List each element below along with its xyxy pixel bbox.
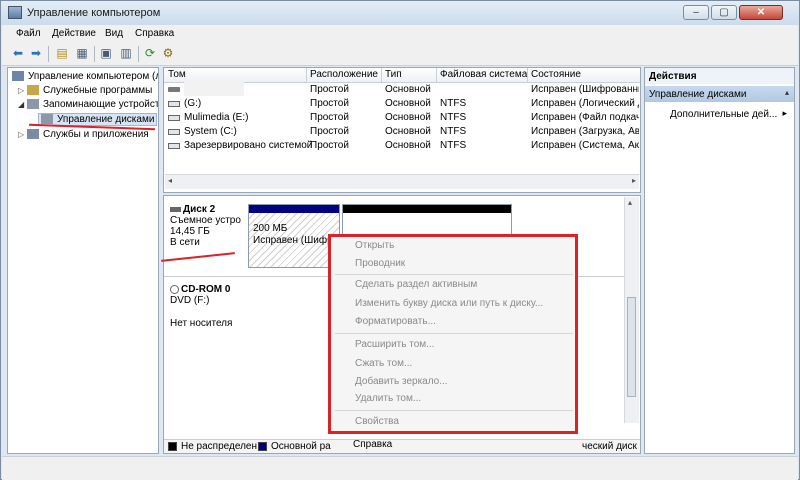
close-button[interactable]: ✕: [739, 5, 783, 20]
menu-item-explorer[interactable]: Проводник: [355, 258, 405, 269]
legend-primary: Основной ра: [271, 441, 331, 452]
table-row[interactable]: Зарезервировано системой Простой Основно…: [164, 140, 640, 153]
disk-icon: [170, 206, 181, 212]
menu-view[interactable]: Вид: [105, 28, 123, 39]
actions-panel: Действия Управление дисками ▴ Дополнител…: [644, 67, 795, 454]
partition-size: 200 МБ: [253, 223, 288, 234]
context-menu: Открыть Проводник Сделать раздел активны…: [328, 234, 578, 434]
column-type[interactable]: Тип: [385, 69, 402, 80]
forward-arrow-icon[interactable]: ➡: [28, 46, 44, 61]
storage-icon: [26, 99, 39, 110]
drive-icon: [168, 101, 180, 107]
menu-help[interactable]: Справка: [135, 28, 174, 39]
computer-management-icon: [8, 6, 22, 19]
menu-action[interactable]: Действие: [52, 28, 96, 39]
menu-item-properties[interactable]: Свойства: [355, 416, 399, 427]
column-status[interactable]: Состояние: [531, 69, 581, 80]
table-row[interactable]: System (C:) Простой Основной NTFS Исправ…: [164, 126, 640, 139]
disk-management-icon: [41, 114, 53, 125]
table-row[interactable]: (G:) Простой Основной NTFS Исправен (Лог…: [164, 98, 640, 111]
submenu-arrow-icon: ▸: [782, 108, 787, 118]
cdrom-0-info[interactable]: CD-ROM 0 DVD (F:) Нет носителя: [170, 284, 246, 329]
up-folder-icon[interactable]: ▤: [54, 46, 70, 61]
settings-icon[interactable]: ⚙: [160, 46, 176, 61]
disk-2-partition[interactable]: 200 МБ Исправен (Шифр: [248, 204, 340, 268]
menu-item-add-mirror[interactable]: Добавить зеркало...: [355, 376, 448, 387]
menu-item-help[interactable]: Справка: [353, 439, 392, 450]
refresh-icon[interactable]: ⟳: [142, 46, 158, 61]
menu-file[interactable]: Файл: [16, 28, 41, 39]
scroll-up-icon[interactable]: ▴: [628, 198, 632, 207]
minimize-button[interactable]: –: [683, 5, 709, 20]
drive-icon: [168, 87, 180, 92]
menu-item-change-letter[interactable]: Изменить букву диска или путь к диску...: [355, 298, 543, 309]
disk-map-vscroll[interactable]: ▴: [624, 197, 639, 423]
window-title: Управление компьютером: [27, 7, 161, 19]
menu-item-extend[interactable]: Расширить том...: [355, 339, 434, 350]
disk-2-state: В сети: [170, 237, 200, 248]
scroll-left-icon[interactable]: ◂: [168, 176, 172, 185]
volume-list: Том Расположение Тип Файловая система Со…: [163, 67, 641, 193]
scroll-right-icon[interactable]: ▸: [632, 176, 636, 185]
unallocated-bar: [343, 205, 511, 213]
computer-icon: [12, 71, 24, 82]
actions-section[interactable]: Управление дисками ▴: [645, 86, 794, 102]
back-arrow-icon[interactable]: ⬅: [10, 46, 26, 61]
menu-item-format[interactable]: Форматировать...: [355, 316, 436, 327]
disk-2-info[interactable]: Диск 2 Съемное устро 14,45 ГБ В сети: [170, 204, 246, 248]
table-row[interactable]: Простой Основной Исправен (Шифрованны: [164, 82, 640, 97]
disk-2-kind: Съемное устро: [170, 215, 241, 226]
legend-unallocated-swatch: [168, 442, 177, 451]
title-bar: Управление компьютером – ▢ ✕: [1, 1, 799, 25]
menu-item-open[interactable]: Открыть: [355, 240, 394, 251]
show-hide-tree-icon[interactable]: ▦: [74, 46, 90, 61]
scroll-thumb[interactable]: [627, 297, 636, 397]
properties-icon[interactable]: ▣: [98, 46, 114, 61]
actions-header: Действия: [645, 68, 794, 84]
legend-primary-swatch: [258, 442, 267, 451]
expand-icon: ▷: [18, 86, 25, 95]
status-bar: [2, 456, 798, 480]
tree-root[interactable]: Управление компьютером (л: [12, 71, 158, 82]
collapse-up-icon: ▴: [784, 88, 789, 97]
collapse-icon: ◢: [18, 100, 25, 109]
cdrom-0-name: CD-ROM 0: [181, 284, 231, 295]
legend-bar: Не распределен Основной ра ческий диск: [164, 439, 640, 453]
tools-icon: [26, 85, 39, 96]
legend-unallocated: Не распределен: [181, 441, 257, 452]
services-icon: [26, 129, 39, 140]
column-layout[interactable]: Расположение: [310, 69, 378, 80]
actions-more[interactable]: Дополнительные дей... ▸: [645, 108, 794, 122]
obscured-volume-name: [184, 82, 244, 96]
cdrom-icon: [170, 284, 179, 294]
expand-icon: ▷: [18, 130, 25, 139]
column-volume[interactable]: Том: [168, 69, 186, 80]
menu-bar: Файл Действие Вид Справка: [2, 25, 798, 43]
cdrom-0-kind: DVD (F:): [170, 295, 210, 306]
toolbar: ⬅ ➡ ▤ ▦ ▣ ▥ ⟳ ⚙: [2, 43, 798, 66]
tree-storage[interactable]: ◢ Запоминающие устройст: [18, 99, 158, 110]
volume-list-hscroll[interactable]: ◂ ▸: [165, 174, 639, 189]
drive-icon: [168, 115, 180, 121]
menu-item-mark-active[interactable]: Сделать раздел активным: [355, 279, 477, 290]
legend-logical: ческий диск: [582, 441, 637, 452]
partition-status: Исправен (Шифр: [253, 235, 333, 246]
table-row[interactable]: Mulimedia (E:) Простой Основной NTFS Исп…: [164, 112, 640, 125]
drive-icon: [168, 129, 180, 135]
menu-item-shrink[interactable]: Сжать том...: [355, 358, 412, 369]
disk-2-name: Диск 2: [183, 204, 216, 215]
volume-list-header: Том Расположение Тип Файловая система Со…: [164, 68, 640, 83]
cdrom-0-state: Нет носителя: [170, 318, 233, 329]
tree-services-apps[interactable]: ▷ Службы и приложения: [18, 129, 149, 140]
tree-system-tools[interactable]: ▷ Служебные программы: [18, 85, 152, 96]
drive-icon: [168, 143, 180, 149]
maximize-button[interactable]: ▢: [711, 5, 737, 20]
menu-item-delete[interactable]: Удалить том...: [355, 393, 421, 404]
column-filesystem[interactable]: Файловая система: [440, 69, 527, 80]
disk-2-size: 14,45 ГБ: [170, 226, 210, 237]
help-icon[interactable]: ▥: [118, 46, 134, 61]
primary-partition-bar: [249, 205, 339, 213]
computer-management-window: Управление компьютером – ▢ ✕ Файл Действ…: [0, 0, 800, 480]
